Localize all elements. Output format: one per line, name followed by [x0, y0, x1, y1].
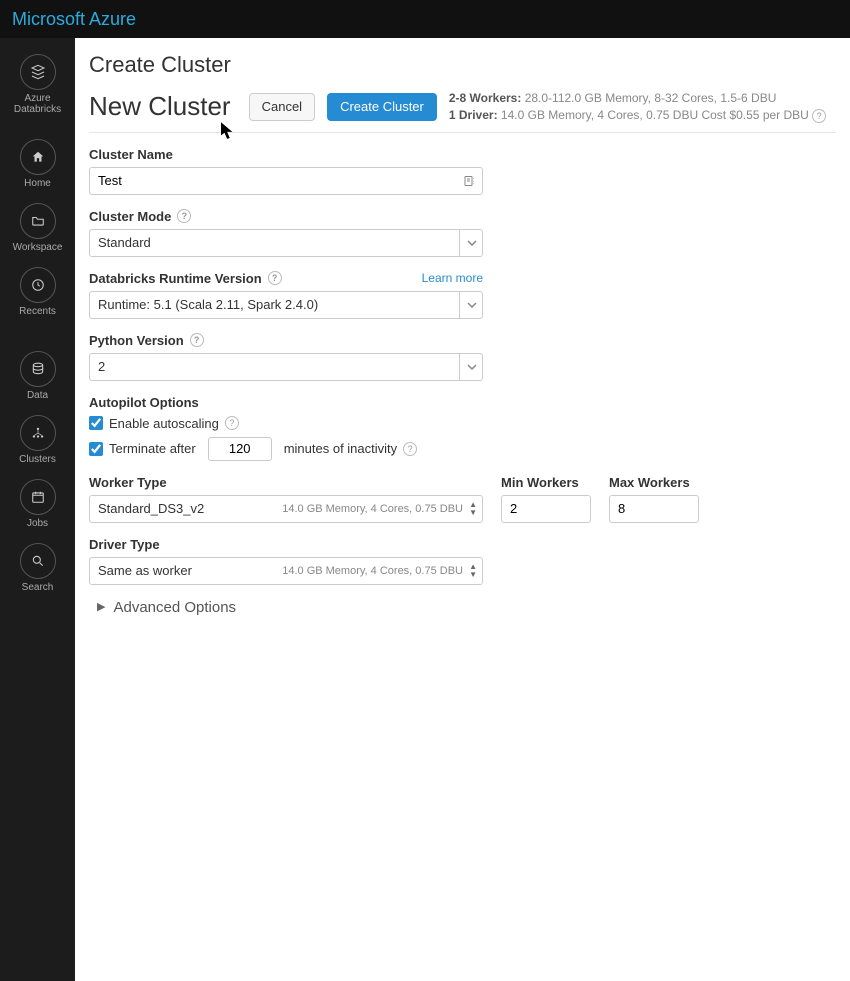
summary-driver-detail: 14.0 GB Memory, 4 Cores, 0.75 DBU Cost $…	[501, 108, 809, 122]
min-workers-input[interactable]	[501, 495, 591, 523]
runtime-select[interactable]: Runtime: 5.1 (Scala 2.11, Spark 2.4.0)	[89, 291, 483, 319]
terminate-minutes-input[interactable]	[208, 437, 272, 461]
python-select[interactable]: 2	[89, 353, 483, 381]
autopilot-section: Autopilot Options Enable autoscaling ? T…	[89, 395, 836, 461]
cursor-icon	[221, 122, 235, 140]
sidebar-item-label: Workspace	[13, 242, 63, 253]
enable-autoscaling-checkbox[interactable]	[89, 416, 103, 430]
terminate-after-prefix: Terminate after	[109, 441, 196, 456]
cluster-name-input[interactable]	[89, 167, 483, 195]
min-workers-label: Min Workers	[501, 475, 591, 490]
sidebar-item-databricks[interactable]: Azure Databricks	[0, 46, 75, 121]
cancel-button[interactable]: Cancel	[249, 93, 315, 121]
help-icon[interactable]: ?	[190, 333, 204, 347]
page-title: Create Cluster	[89, 52, 836, 78]
contacts-icon	[463, 174, 475, 188]
sidebar-item-label: Clusters	[19, 454, 56, 465]
advanced-options-label: Advanced Options	[113, 599, 236, 616]
databricks-icon	[20, 54, 56, 90]
sidebar: Azure Databricks Home Workspace Recents	[0, 38, 75, 981]
learn-more-link[interactable]: Learn more	[422, 271, 483, 285]
clock-icon	[20, 267, 56, 303]
new-cluster-title: New Cluster	[89, 91, 231, 122]
sidebar-item-workspace[interactable]: Workspace	[0, 195, 75, 259]
max-workers-input[interactable]	[609, 495, 699, 523]
advanced-options-toggle[interactable]: ▶ Advanced Options	[89, 599, 836, 616]
sidebar-item-label: Home	[24, 178, 51, 189]
database-icon	[20, 351, 56, 387]
terminate-after-suffix: minutes of inactivity	[284, 441, 397, 456]
sidebar-item-label: Recents	[19, 306, 56, 317]
runtime-label: Databricks Runtime Version	[89, 271, 262, 286]
max-workers-label: Max Workers	[609, 475, 699, 490]
calendar-icon	[20, 479, 56, 515]
driver-type-select[interactable]: Same as worker	[89, 557, 483, 585]
worker-type-select[interactable]: Standard_DS3_v2	[89, 495, 483, 523]
cluster-mode-label: Cluster Mode	[89, 209, 171, 224]
worker-type-row: Worker Type Standard_DS3_v2 14.0 GB Memo…	[89, 475, 836, 523]
driver-type-label: Driver Type	[89, 537, 483, 552]
help-icon[interactable]: ?	[225, 416, 239, 430]
sidebar-item-search[interactable]: Search	[0, 535, 75, 599]
search-icon	[20, 543, 56, 579]
folder-icon	[20, 203, 56, 239]
runtime-field: Databricks Runtime Version ? Learn more …	[89, 271, 483, 319]
topbar: Microsoft Azure	[0, 0, 850, 38]
autopilot-label: Autopilot Options	[89, 395, 836, 410]
summary-workers-label: 2-8 Workers:	[449, 91, 521, 105]
sidebar-item-home[interactable]: Home	[0, 131, 75, 195]
cluster-mode-select[interactable]: Standard	[89, 229, 483, 257]
sidebar-item-clusters[interactable]: Clusters	[0, 407, 75, 471]
worker-type-label: Worker Type	[89, 475, 483, 490]
help-icon[interactable]: ?	[268, 271, 282, 285]
sidebar-item-recents[interactable]: Recents	[0, 259, 75, 323]
enable-autoscaling-label: Enable autoscaling	[109, 416, 219, 431]
sidebar-item-jobs[interactable]: Jobs	[0, 471, 75, 535]
sidebar-item-data[interactable]: Data	[0, 343, 75, 407]
cluster-name-field: Cluster Name	[89, 147, 483, 195]
triangle-right-icon: ▶	[97, 600, 105, 613]
summary-workers-detail: 28.0-112.0 GB Memory, 8-32 Cores, 1.5-6 …	[525, 91, 777, 105]
help-icon[interactable]: ?	[812, 109, 826, 123]
main-content: Create Cluster New Cluster Cancel Create…	[75, 38, 850, 981]
header-row: New Cluster Cancel Create Cluster 2-8 Wo…	[89, 90, 836, 133]
sidebar-item-label: Data	[27, 390, 48, 401]
cluster-icon	[20, 415, 56, 451]
cluster-name-label: Cluster Name	[89, 147, 483, 162]
summary-driver-label: 1 Driver:	[449, 108, 498, 122]
sidebar-item-label: Jobs	[27, 518, 48, 529]
help-icon[interactable]: ?	[177, 209, 191, 223]
cluster-summary: 2-8 Workers: 28.0-112.0 GB Memory, 8-32 …	[449, 90, 826, 124]
driver-type-field: Driver Type Same as worker 14.0 GB Memor…	[89, 537, 483, 585]
help-icon[interactable]: ?	[403, 442, 417, 456]
sidebar-item-label: Azure Databricks	[0, 93, 75, 115]
cluster-mode-field: Cluster Mode ? Standard	[89, 209, 483, 257]
create-cluster-button[interactable]: Create Cluster	[327, 93, 437, 121]
python-field: Python Version ? 2	[89, 333, 483, 381]
python-label: Python Version	[89, 333, 184, 348]
sidebar-item-label: Search	[22, 582, 54, 593]
home-icon	[20, 139, 56, 175]
azure-logo-text: Microsoft Azure	[12, 9, 136, 30]
terminate-after-checkbox[interactable]	[89, 442, 103, 456]
